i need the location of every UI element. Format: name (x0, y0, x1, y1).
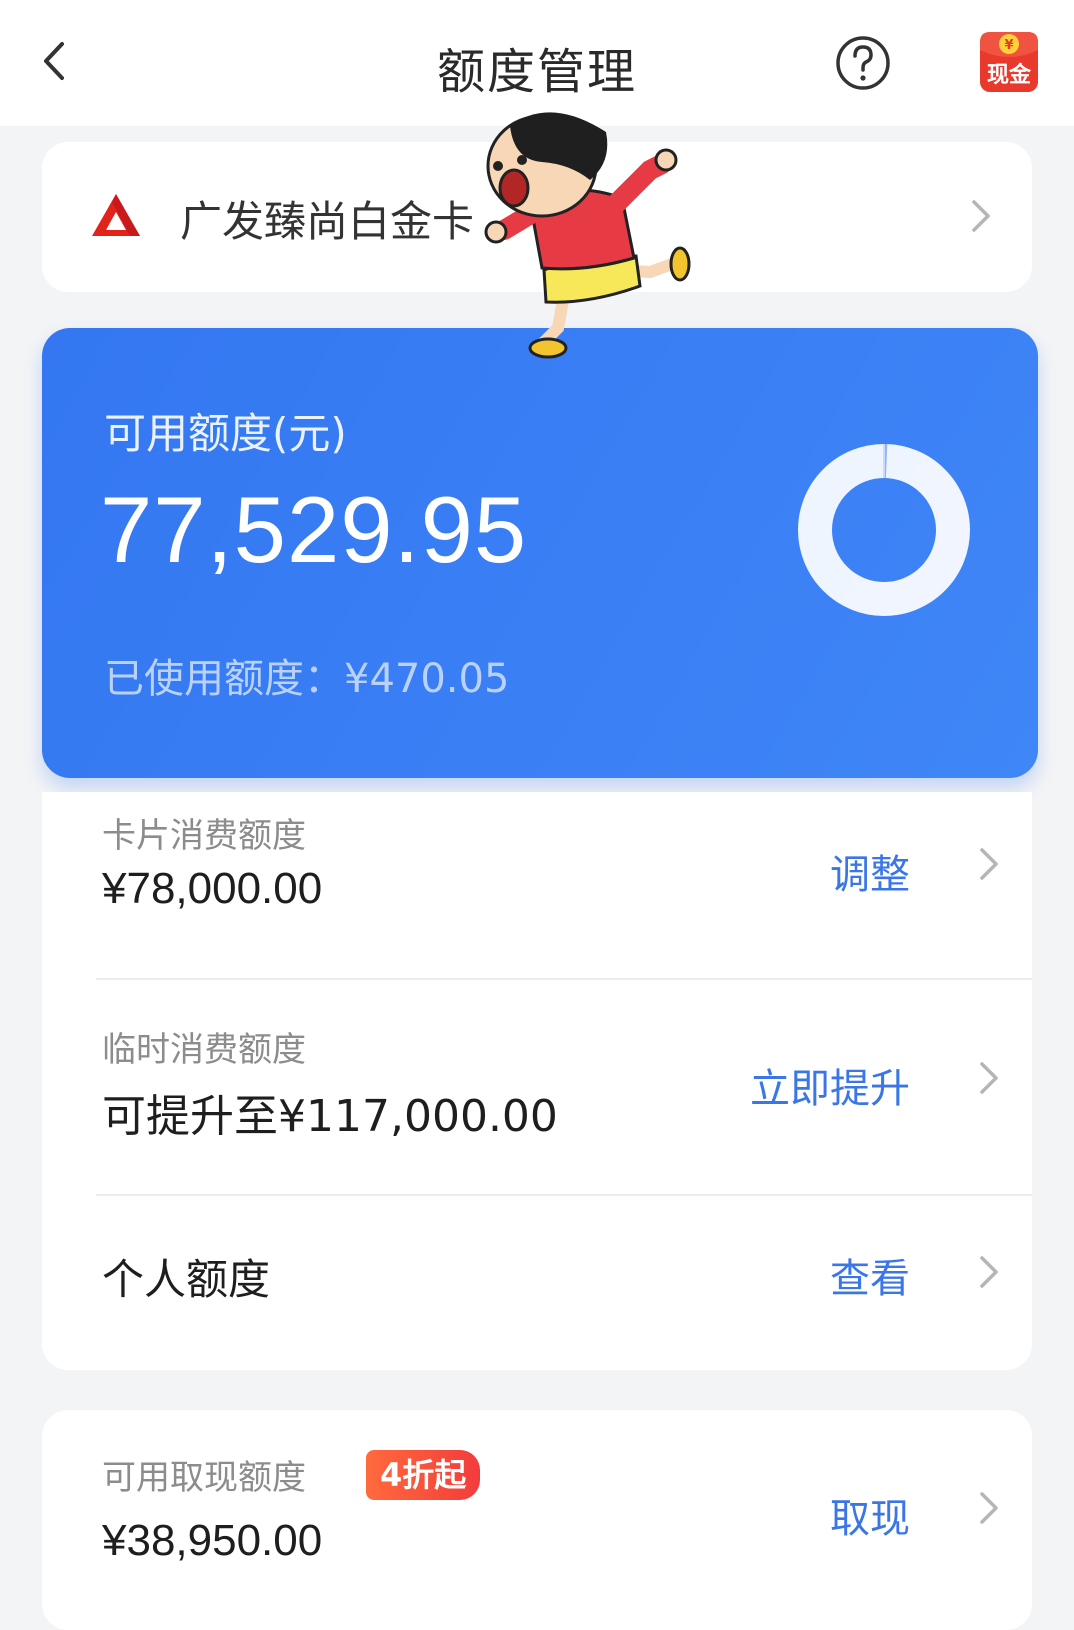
cartoon-character-sticker (484, 112, 691, 359)
available-credit-label: 可用额度(元) (104, 409, 347, 458)
available-credit-card: 可用额度(元) 77,529.95 已使用额度：¥470.05 (42, 328, 1038, 778)
card-consumption-limit-row[interactable]: 卡片消费额度 ¥78,000.00 调整 (42, 792, 1032, 978)
credit-usage-ring (798, 444, 970, 616)
chevron-right-icon (980, 1062, 998, 1094)
adjust-link[interactable]: 调整 (830, 842, 910, 900)
ring-available-arc (798, 444, 970, 616)
discount-badge: 4折起 (366, 1450, 481, 1500)
help-question-icon[interactable] (834, 34, 892, 92)
limit-value: 可提升至¥117,000.00 (102, 1091, 558, 1142)
cash-limit-row: 可用取现额度 4折起 ¥38,950.00 取现 (42, 1410, 1032, 1630)
used-credit-text: 已使用额度：¥470.05 (104, 656, 510, 702)
page-title: 额度管理 (436, 44, 637, 100)
limit-label: 临时消费额度 (102, 1030, 306, 1070)
available-credit-value: 77,529.95 (100, 477, 528, 582)
cash-red-envelope-icon: ¥ 现金 (980, 32, 1038, 92)
bank-logo-icon (92, 194, 140, 236)
withdraw-cash-link[interactable]: 取现 (830, 1486, 910, 1544)
temporary-limit-row[interactable]: 临时消费额度 可提升至¥117,000.00 立即提升 (42, 980, 1032, 1194)
limit-value: 个人额度 (102, 1255, 271, 1304)
cash-limit-value: ¥38,950.00 (102, 1516, 323, 1565)
credit-limits-panel: 卡片消费额度 ¥78,000.00 调整 临时消费额度 可提升至¥117,000… (42, 792, 1032, 1370)
svg-text:¥: ¥ (1004, 38, 1013, 53)
card-name-label: 广发臻尚白金卡 (180, 197, 475, 246)
cash-red-envelope-button[interactable]: ¥ 现金 (976, 26, 1042, 96)
chevron-right-icon (980, 1492, 998, 1524)
view-link[interactable]: 查看 (830, 1246, 910, 1304)
limit-label: 卡片消费额度 (102, 816, 306, 856)
raise-now-link[interactable]: 立即提升 (750, 1056, 910, 1114)
chevron-right-icon (972, 200, 990, 232)
cash-withdrawal-row[interactable]: 可用取现额度 4折起 ¥38,950.00 取现 (42, 1410, 1032, 1630)
cash-limit-label: 可用取现额度 (102, 1458, 306, 1498)
chevron-right-icon (980, 1256, 998, 1288)
cash-badge-label: 现金 (987, 62, 1032, 88)
chevron-right-icon (980, 848, 998, 880)
limit-value: ¥78,000.00 (102, 864, 323, 913)
personal-limit-row[interactable]: 个人额度 查看 (42, 1196, 1032, 1370)
